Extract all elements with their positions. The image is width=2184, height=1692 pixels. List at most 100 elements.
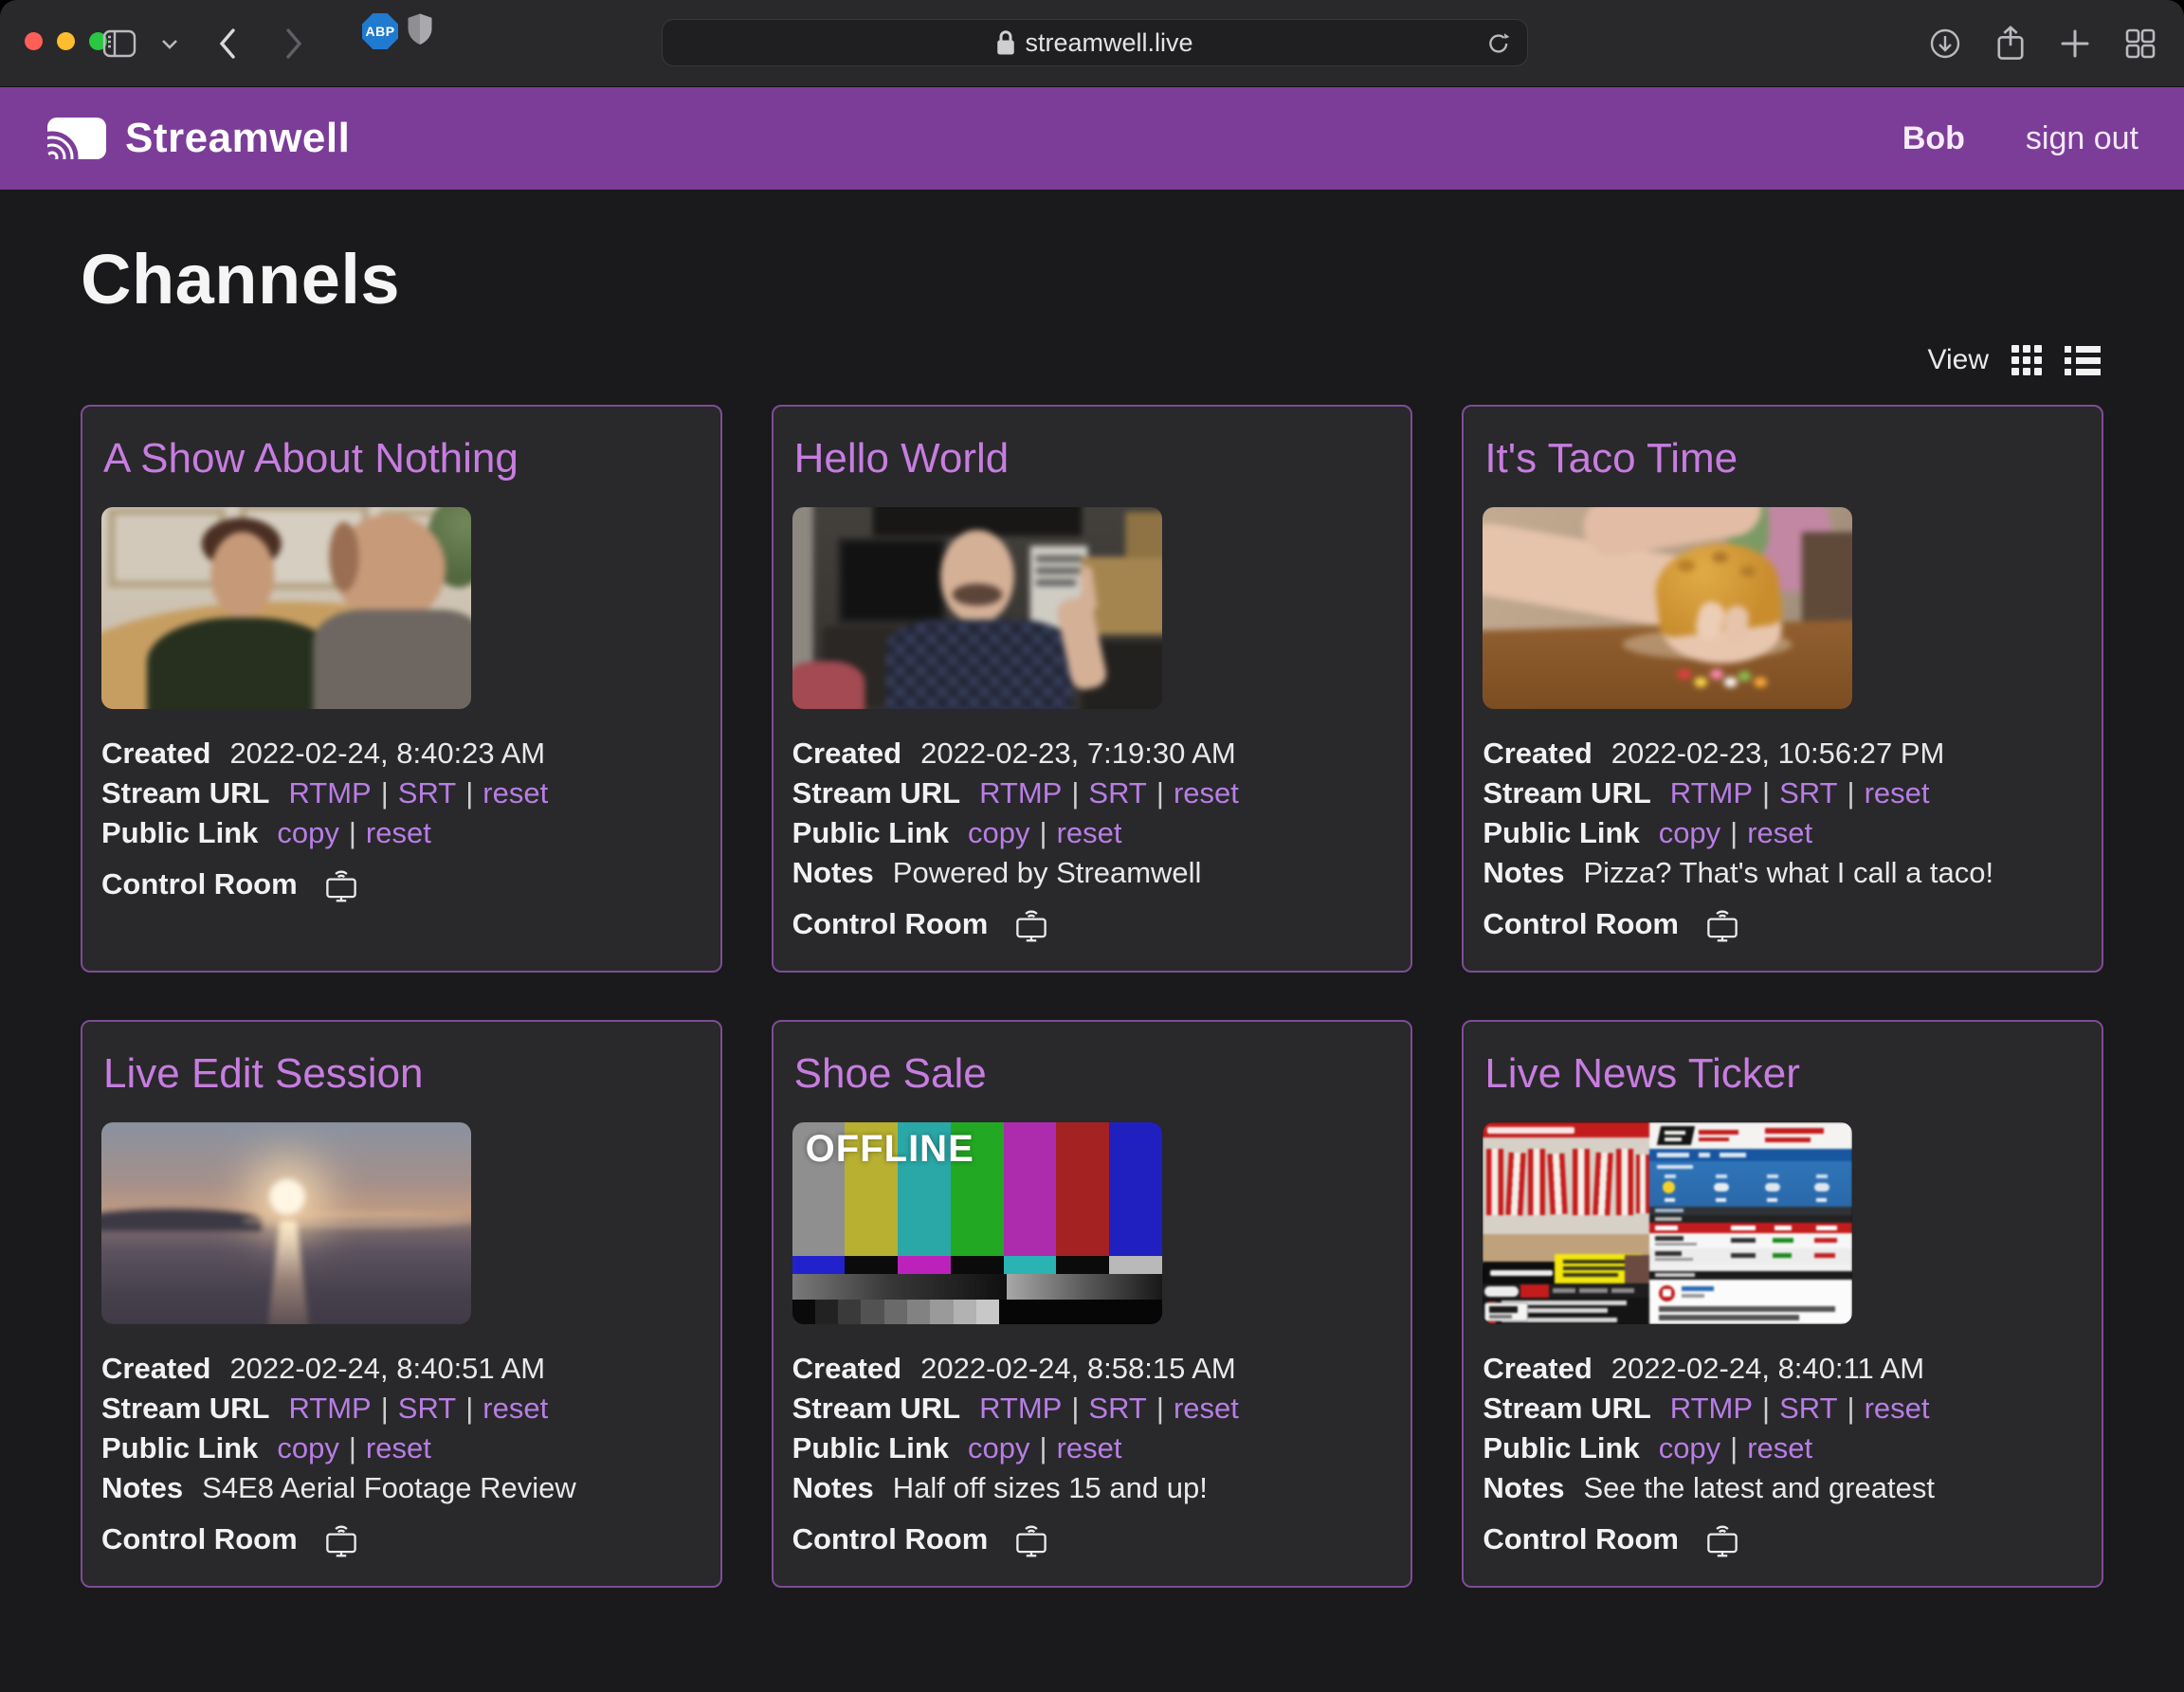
app-header: Streamwell Bob sign out (0, 87, 2184, 190)
stream-reset-link[interactable]: reset (482, 1392, 548, 1425)
downloads-icon[interactable] (1928, 27, 1962, 61)
user-menu[interactable]: Bob (1902, 120, 1965, 157)
channel-title[interactable]: It's Taco Time (1484, 435, 2083, 482)
public-reset-link[interactable]: reset (1057, 816, 1122, 849)
notes-value: Powered by Streamwell (893, 853, 1202, 893)
stream-reset-link[interactable]: reset (1174, 776, 1239, 810)
stream-reset-link[interactable]: reset (1865, 776, 1930, 810)
control-room-monitor-icon[interactable] (1012, 1522, 1050, 1557)
padlock-icon (996, 29, 1015, 56)
channel-grid: A Show About Nothing (81, 405, 2103, 1588)
srt-link[interactable]: SRT (398, 1392, 456, 1425)
public-reset-link[interactable]: reset (1057, 1431, 1122, 1465)
public-link-row: Public Link copy|reset (101, 1428, 701, 1468)
stream-url-row: Stream URL RTMP|SRT|reset (101, 773, 701, 813)
channel-thumbnail-taco (1483, 507, 1852, 709)
control-room-monitor-icon[interactable] (1703, 1522, 1741, 1557)
stream-reset-link[interactable]: reset (1174, 1392, 1239, 1425)
srt-link[interactable]: SRT (1088, 1392, 1146, 1425)
created-value: 2022-02-24, 8:58:15 AM (920, 1349, 1236, 1389)
new-tab-icon[interactable] (2059, 27, 2091, 60)
control-room-monitor-icon[interactable] (322, 1522, 360, 1557)
public-reset-link[interactable]: reset (366, 816, 431, 849)
public-reset-link[interactable]: reset (366, 1431, 431, 1465)
rtmp-link[interactable]: RTMP (979, 1392, 1062, 1425)
channel-thumbnail-sunset (101, 1122, 471, 1324)
channel-card: Shoe Sale OFFLINE (772, 1020, 1413, 1588)
channel-card: A Show About Nothing (81, 405, 722, 973)
copy-link[interactable]: copy (1659, 816, 1720, 849)
stream-url-row: Stream URL RTMP|SRT|reset (792, 1389, 1392, 1428)
privacy-shield-icon[interactable] (406, 11, 434, 49)
control-room-row: Control Room (1483, 904, 2083, 944)
created-row: Created2022-02-24, 8:40:11 AM (1483, 1349, 2083, 1389)
copy-link[interactable]: copy (968, 1431, 1029, 1465)
streamwell-logo[interactable]: Streamwell (46, 113, 350, 164)
sign-out-link[interactable]: sign out (2026, 120, 2138, 157)
stream-reset-link[interactable]: reset (1865, 1392, 1930, 1425)
back-button[interactable] (218, 27, 237, 60)
control-room-monitor-icon[interactable] (322, 867, 360, 902)
control-room-monitor-icon[interactable] (1012, 907, 1050, 942)
created-value: 2022-02-23, 7:19:30 AM (920, 734, 1236, 773)
channel-title[interactable]: Live Edit Session (103, 1050, 701, 1098)
public-link-row: Public Link copy|reset (792, 813, 1392, 853)
address-bar[interactable]: streamwell.live (662, 19, 1528, 66)
browser-toolbar: ABP streamwell.live (0, 0, 2184, 87)
srt-link[interactable]: SRT (1088, 776, 1146, 810)
refresh-icon[interactable] (1485, 30, 1512, 57)
stream-reset-link[interactable]: reset (482, 776, 548, 810)
rtmp-link[interactable]: RTMP (1670, 776, 1753, 810)
forward-button[interactable] (284, 27, 303, 60)
channel-title[interactable]: Shoe Sale (794, 1050, 1392, 1098)
srt-link[interactable]: SRT (398, 776, 456, 810)
channel-card: Live News Ticker (1462, 1020, 2103, 1588)
minimize-window-button[interactable] (57, 32, 75, 50)
cast-icon (46, 113, 108, 164)
control-room-row: Control Room (101, 1519, 701, 1559)
srt-link[interactable]: SRT (1779, 776, 1837, 810)
window-controls (25, 32, 107, 50)
stream-url-row: Stream URL RTMP|SRT|reset (101, 1389, 701, 1428)
public-reset-link[interactable]: reset (1747, 1431, 1812, 1465)
list-view-icon[interactable] (2065, 346, 2101, 375)
rtmp-link[interactable]: RTMP (979, 776, 1062, 810)
close-window-button[interactable] (25, 32, 43, 50)
srt-link[interactable]: SRT (1779, 1392, 1837, 1425)
channel-card: Hello World (772, 405, 1413, 973)
channel-thumbnail-offline-test-pattern: OFFLINE (792, 1122, 1162, 1324)
control-room-monitor-icon[interactable] (1703, 907, 1741, 942)
rtmp-link[interactable]: RTMP (288, 776, 371, 810)
sidebar-toggle-icon[interactable] (102, 29, 136, 58)
notes-row: NotesS4E8 Aerial Footage Review (101, 1468, 701, 1508)
public-link-row: Public Link copy|reset (101, 813, 701, 853)
created-row: Created2022-02-23, 10:56:27 PM (1483, 734, 2083, 773)
rtmp-link[interactable]: RTMP (288, 1392, 371, 1425)
view-label: View (1928, 344, 1989, 376)
created-value: 2022-02-24, 8:40:23 AM (229, 734, 545, 773)
public-link-row: Public Link copy|reset (792, 1428, 1392, 1468)
channel-title[interactable]: Live News Ticker (1484, 1050, 2083, 1098)
copy-link[interactable]: copy (277, 816, 338, 849)
notes-value: S4E8 Aerial Footage Review (202, 1468, 576, 1508)
copy-link[interactable]: copy (277, 1431, 338, 1465)
tab-overview-icon[interactable] (2123, 27, 2157, 61)
copy-link[interactable]: copy (1659, 1431, 1720, 1465)
channel-title[interactable]: Hello World (794, 435, 1392, 482)
rtmp-link[interactable]: RTMP (1670, 1392, 1753, 1425)
offline-label: OFFLINE (806, 1128, 974, 1171)
browser-window: ABP streamwell.live (0, 0, 2184, 1692)
copy-link[interactable]: copy (968, 816, 1029, 849)
sidebar-chevron-down-icon[interactable] (161, 38, 178, 49)
share-icon[interactable] (1994, 25, 2027, 63)
notes-value: See the latest and greatest (1583, 1468, 1935, 1508)
channel-thumbnail-webcam (792, 507, 1162, 709)
grid-view-icon[interactable] (2011, 345, 2042, 375)
public-reset-link[interactable]: reset (1747, 816, 1812, 849)
notes-row: NotesPowered by Streamwell (792, 853, 1392, 893)
channel-title[interactable]: A Show About Nothing (103, 435, 701, 482)
stream-url-row: Stream URL RTMP|SRT|reset (792, 773, 1392, 813)
adblock-extension-badge[interactable]: ABP (362, 13, 398, 49)
notes-row: NotesSee the latest and greatest (1483, 1468, 2083, 1508)
channel-card: Live Edit Session Created2022-02-24, 8:4… (81, 1020, 722, 1588)
